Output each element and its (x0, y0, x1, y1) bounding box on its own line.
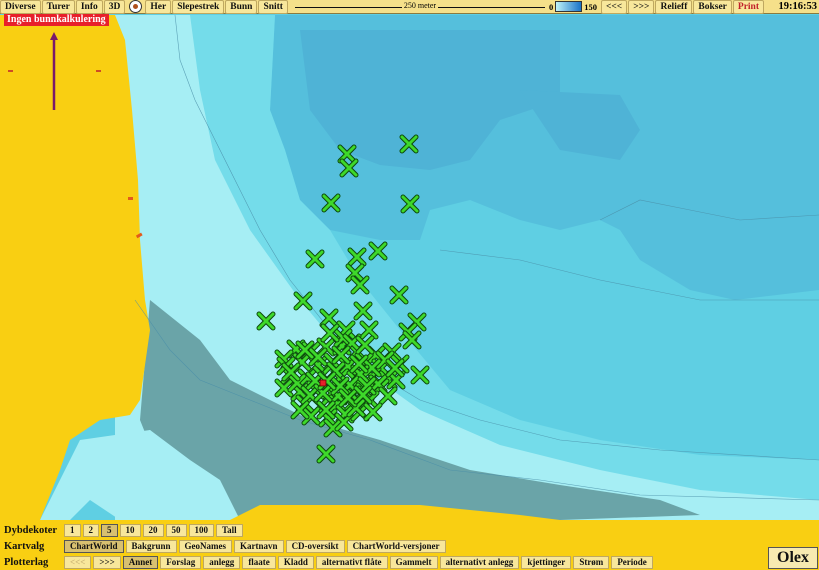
plotterlag-forward-button[interactable]: >>> (93, 555, 121, 569)
plotterlag-option-4[interactable]: Kladd (277, 555, 314, 569)
kartvalg-option-1[interactable]: Bakgrunn (125, 539, 177, 553)
kartvalg-option-3[interactable]: Kartnavn (234, 539, 284, 553)
3d-button[interactable]: 3D (103, 0, 126, 14)
plotterlag-option-9[interactable]: Strøm (573, 555, 610, 569)
turer-button[interactable]: Turer (41, 0, 75, 14)
kartvalg-option-4[interactable]: CD-oversikt (285, 539, 345, 553)
dybdekoter-label: Dybdekoter (4, 524, 58, 536)
kartvalg-row: Kartvalg ChartWorld Bakgrunn GeoNames Kartn… (0, 539, 448, 553)
snitt-button[interactable]: Snitt (258, 0, 288, 14)
plotterlag-option-10[interactable]: Periode (611, 555, 653, 569)
plotterlag-back-button[interactable]: <<< (64, 555, 92, 569)
print-button[interactable]: Print (732, 0, 764, 14)
plotterlag-option-5[interactable]: alternativt flåte (315, 555, 388, 569)
plotterlag-option-3[interactable]: flaate (242, 555, 276, 569)
kartvalg-option-5[interactable]: ChartWorld-versjoner (346, 539, 446, 553)
depth-max: 150 (584, 1, 597, 12)
kartvalg-option-0[interactable]: ChartWorld (64, 539, 124, 553)
info-button[interactable]: Info (75, 0, 103, 14)
plotterlag-option-8[interactable]: kjettinger (521, 555, 572, 569)
depth-gradient (555, 1, 583, 12)
her-button[interactable]: Her (145, 0, 172, 14)
bottom-panel: Dybdekoter 1 2 5 10 20 50 100 Tall Kartvalg Cha… (0, 522, 819, 570)
dybdekoter-option-1[interactable]: 2 (82, 523, 99, 537)
bunn-button[interactable]: Bunn (225, 0, 258, 14)
plotterlag-option-6[interactable]: Gammelt (389, 555, 438, 569)
dybdekoter-option-5[interactable]: 50 (165, 523, 187, 537)
warning-label: Ingen bunnkalkulering (4, 14, 109, 26)
depth-min: 0 (548, 1, 554, 12)
dybdekoter-option-6[interactable]: 100 (188, 523, 214, 537)
dybdekoter-option-4[interactable]: 20 (142, 523, 164, 537)
nav-back-button[interactable]: <<< (600, 0, 628, 14)
dybdekoter-option-2[interactable]: 5 (101, 523, 118, 537)
relieff-button[interactable]: Relieff (655, 0, 693, 14)
scale-label: 250 meter (401, 0, 439, 10)
plotterlag-row: Plotterlag <<< >>> Annet Forslag anlegg fla… (0, 555, 655, 569)
top-toolbar: Diverse Turer Info 3D Her Slepestrek Bun… (0, 0, 819, 14)
dybdekoter-option-7[interactable]: Tall (216, 523, 243, 537)
diverse-button[interactable]: Diverse (0, 0, 41, 14)
slepestrek-button[interactable]: Slepestrek (172, 0, 225, 14)
nav-forward-button[interactable]: >>> (628, 0, 655, 14)
plotterlag-option-0[interactable]: Annet (122, 555, 159, 569)
dybdekoter-row: Dybdekoter 1 2 5 10 20 50 100 Tall (0, 523, 245, 537)
plotterlag-option-2[interactable]: anlegg (203, 555, 241, 569)
plotterlag-option-1[interactable]: Forslag (160, 555, 202, 569)
chart-map[interactable] (0, 0, 819, 570)
dybdekoter-option-3[interactable]: 10 (119, 523, 141, 537)
dybdekoter-option-0[interactable]: 1 (64, 523, 81, 537)
kartvalg-option-2[interactable]: GeoNames (178, 539, 233, 553)
flag-marker (319, 379, 327, 387)
olex-logo: Olex (768, 547, 818, 569)
plotterlag-label: Plotterlag (4, 556, 49, 568)
depth-legend: 0 150 (549, 1, 597, 12)
bokser-button[interactable]: Bokser (693, 0, 732, 14)
plotterlag-option-7[interactable]: alternativt anlegg (439, 555, 520, 569)
clock: 19:16:53 (778, 1, 818, 12)
kartvalg-label: Kartvalg (4, 540, 45, 552)
compass-icon[interactable] (129, 0, 143, 13)
scale-bar: 250 meter (294, 0, 545, 13)
